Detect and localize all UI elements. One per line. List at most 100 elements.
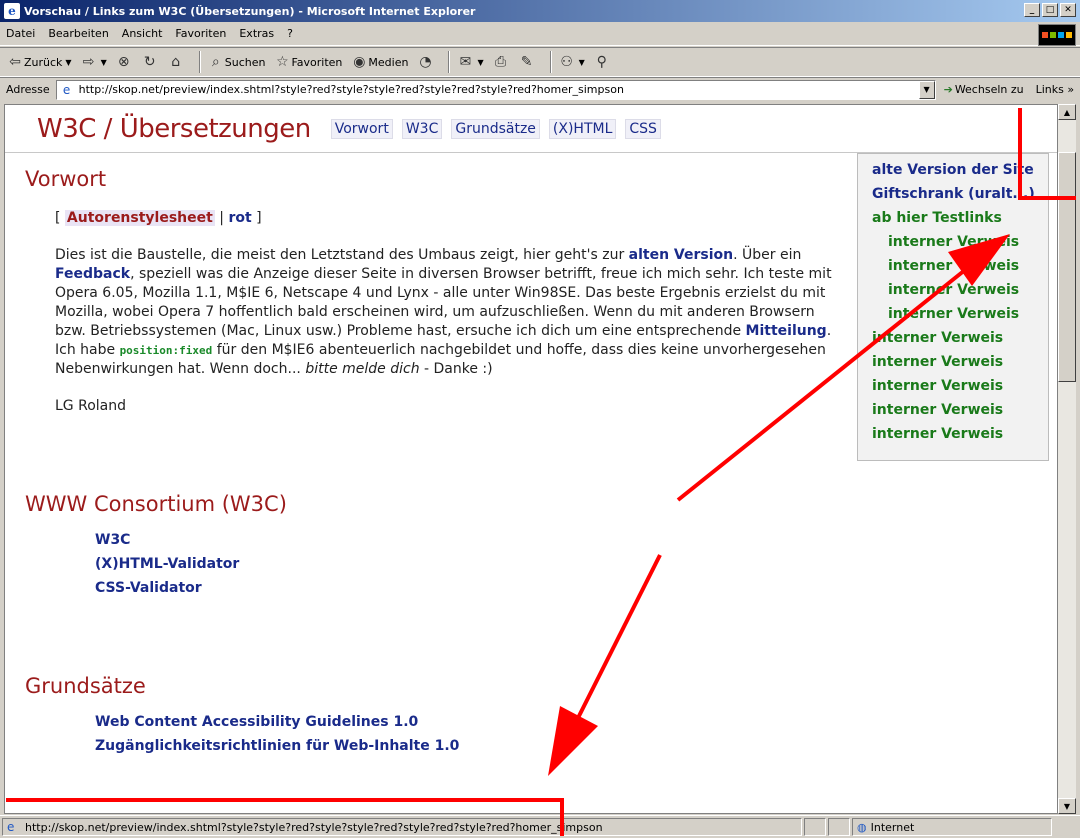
forward-button[interactable]: ⇨ ▼ — [80, 53, 107, 71]
page-icon: e — [62, 82, 71, 97]
grundsaetze-link-list: Web Content Accessibility Guidelines 1.0… — [95, 710, 845, 758]
nav-xhtml[interactable]: (X)HTML — [548, 118, 617, 139]
menu-bearbeiten[interactable]: Bearbeiten — [48, 27, 108, 40]
close-button[interactable]: ✕ — [1060, 3, 1076, 17]
history-button[interactable]: ◔ — [416, 53, 434, 71]
back-button[interactable]: ⇦ Zurück ▼ — [6, 53, 71, 71]
sidebar-item-internal-link[interactable]: interner Verweis — [872, 398, 1048, 422]
sidebar-item-internal-link[interactable]: interner Verweis — [872, 254, 1048, 278]
menu-ansicht[interactable]: Ansicht — [122, 27, 163, 40]
scrollbar-thumb[interactable] — [1058, 152, 1076, 382]
feedback-link[interactable]: Feedback — [55, 266, 130, 282]
sidebar-item-internal-link[interactable]: interner Verweis — [872, 422, 1048, 446]
nav-w3c[interactable]: W3C — [401, 118, 443, 139]
address-input[interactable]: e http://skop.net/preview/index.shtml?st… — [55, 79, 936, 100]
sidebar-item-internal-link[interactable]: interner Verweis — [872, 326, 1048, 350]
style-authors-link[interactable]: Autorenstylesheet — [64, 210, 215, 226]
menu-datei[interactable]: Datei — [6, 27, 35, 40]
mail-icon: ✉ — [459, 54, 472, 70]
menu-extras[interactable]: Extras — [239, 27, 274, 40]
status-cell — [804, 818, 826, 836]
wcag-link[interactable]: Web Content Accessibility Guidelines 1.0 — [95, 714, 418, 730]
toolbar-separator — [448, 51, 451, 73]
mail-button[interactable]: ✉ ▼ — [456, 53, 484, 71]
links-toolbar[interactable]: Links » — [1036, 83, 1075, 96]
links-label: Links — [1035, 83, 1064, 96]
bracket-open: [ — [55, 210, 65, 226]
favorites-label: Favoriten — [291, 55, 343, 69]
sidebar-item-old-version[interactable]: alte Version der Site — [872, 158, 1048, 182]
back-label: Zurück — [24, 55, 63, 69]
sidebar-item-testlinks[interactable]: ab hier Testlinks — [872, 206, 1048, 230]
code-snippet: position:fixed — [119, 344, 213, 357]
address-dropdown-icon[interactable]: ▼ — [918, 80, 935, 99]
status-text-panel: e http://skop.net/preview/index.shtml?st… — [2, 818, 802, 836]
dropdown-icon[interactable]: ▼ — [101, 58, 107, 67]
nav-grundsaetze[interactable]: Grundsätze — [451, 118, 540, 139]
media-button[interactable]: ◉ Medien — [350, 53, 408, 71]
research-button[interactable]: ⚲ — [593, 53, 611, 71]
stop-button[interactable]: ⊗ — [115, 53, 133, 71]
old-version-link[interactable]: alten Version — [629, 247, 733, 263]
print-button[interactable]: ⎙ — [492, 53, 510, 71]
sidebar-item-internal-link[interactable]: interner Verweis — [872, 302, 1048, 326]
messenger-button[interactable]: ⚇ ▼ — [558, 53, 585, 71]
address-url[interactable]: http://skop.net/preview/index.shtml?styl… — [79, 83, 624, 96]
home-icon: ⌂ — [171, 54, 181, 70]
sidebar-item-internal-link[interactable]: interner Verweis — [872, 374, 1048, 398]
intro-paragraph: Dies ist die Baustelle, die meist den Le… — [55, 246, 845, 379]
sidebar-links: alte Version der Site Giftschrank (uralt… — [857, 153, 1049, 461]
edit-button[interactable]: ✎ — [518, 53, 536, 71]
nav-vorwort[interactable]: Vorwort — [330, 118, 393, 139]
css-validator-link[interactable]: CSS-Validator — [95, 580, 202, 596]
maximize-button[interactable]: □ — [1042, 3, 1058, 17]
w3c-link[interactable]: W3C — [95, 532, 130, 548]
dropdown-icon[interactable]: ▼ — [579, 58, 585, 67]
scroll-down-icon[interactable]: ▼ — [1058, 798, 1076, 814]
internet-explorer-icon: e — [4, 3, 20, 19]
minimize-button[interactable]: _ — [1024, 3, 1040, 17]
signature: LG Roland — [55, 398, 126, 414]
media-label: Medien — [368, 55, 409, 69]
page-icon: e — [7, 820, 15, 834]
status-bar: e http://skop.net/preview/index.shtml?st… — [0, 815, 1080, 838]
top-navigation: Vorwort W3C Grundsätze (X)HTML CSS — [330, 118, 661, 139]
heading-grundsaetze: Grundsätze — [25, 674, 146, 698]
go-button[interactable]: ➔ Wechseln zu — [944, 83, 1024, 96]
list-item: (X)HTML-Validator — [95, 552, 845, 576]
list-item: CSS-Validator — [95, 576, 845, 600]
scroll-up-icon[interactable]: ▲ — [1058, 104, 1076, 120]
sidebar-item-internal-link[interactable]: interner Verweis — [872, 278, 1048, 302]
menu-help[interactable]: ? — [287, 27, 293, 40]
search-label: Suchen — [224, 55, 266, 69]
menu-favoriten[interactable]: Favoriten — [175, 27, 226, 40]
refresh-icon: ↻ — [143, 54, 156, 70]
mitteilung-link[interactable]: Mitteilung — [746, 323, 827, 339]
heading-vorwort: Vorwort — [25, 167, 107, 191]
xhtml-validator-link[interactable]: (X)HTML-Validator — [95, 556, 239, 572]
dropdown-icon[interactable]: ▼ — [477, 58, 483, 67]
style-rot-link[interactable]: rot — [228, 210, 251, 226]
list-item: W3C — [95, 528, 845, 552]
w3c-link-list: W3C (X)HTML-Validator CSS-Validator — [95, 528, 845, 600]
history-icon: ◔ — [419, 54, 432, 70]
vertical-scrollbar[interactable]: ▲ ▼ — [1058, 104, 1076, 814]
go-label: Wechseln zu — [954, 83, 1024, 96]
toolbar-separator — [549, 51, 552, 73]
intro-text: . Über ein — [733, 247, 802, 263]
nav-css[interactable]: CSS — [625, 118, 661, 139]
refresh-button[interactable]: ↻ — [141, 53, 159, 71]
favorites-button[interactable]: ☆ Favoriten — [273, 53, 342, 71]
home-button[interactable]: ⌂ — [167, 53, 185, 71]
sidebar-item-internal-link[interactable]: interner Verweis — [872, 230, 1048, 254]
search-button[interactable]: ⌕ Suchen — [207, 53, 266, 71]
menu-bar: Datei Bearbeiten Ansicht Favoriten Extra… — [0, 22, 1080, 46]
messenger-icon: ⚇ — [560, 54, 573, 70]
standard-toolbar: ⇦ Zurück ▼ ⇨ ▼ ⊗ ↻ ⌂ ⌕ Suchen ☆ Favorite… — [0, 47, 1080, 77]
go-arrow-icon: ➔ — [943, 83, 953, 96]
dropdown-icon[interactable]: ▼ — [65, 58, 71, 67]
windows-logo-icon — [1038, 24, 1076, 46]
sidebar-item-giftschrank[interactable]: Giftschrank (uralt...) — [872, 182, 1048, 206]
wcag-german-link[interactable]: Zugänglichkeitsrichtlinien für Web-Inhal… — [95, 738, 459, 754]
sidebar-item-internal-link[interactable]: interner Verweis — [872, 350, 1048, 374]
